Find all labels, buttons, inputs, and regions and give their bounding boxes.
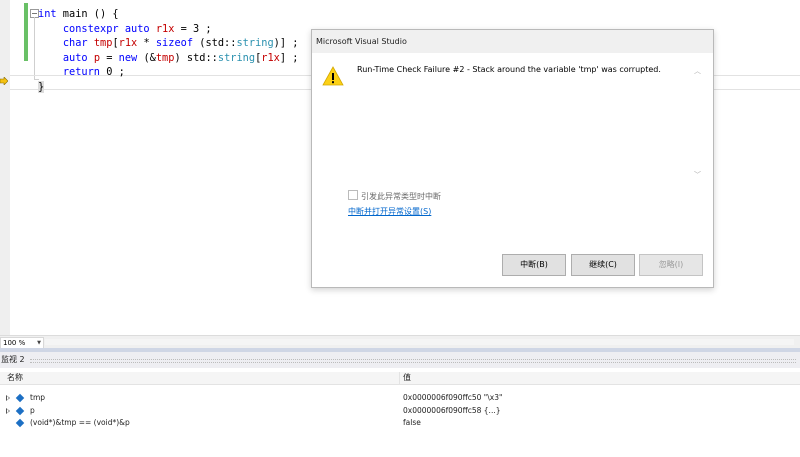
expand-arrow-icon[interactable] [6,395,10,401]
break-on-exception-checkbox[interactable] [348,190,358,200]
watch-row[interactable]: (void*)&tmp == (void*)&p false [0,417,800,429]
watch-row-value: 0x0000006f090ffc58 {...} [403,406,501,415]
watch-row[interactable]: p 0x0000006f090ffc58 {...} [0,405,800,417]
code-token: main () { [56,8,119,20]
code-token: 0 ; [100,66,125,78]
code-token: tmp [155,51,175,64]
code-line[interactable]: char tmp[r1x * sizeof (std::string)] ; [38,36,299,51]
code-line[interactable]: int main () { [38,7,299,22]
code-line[interactable]: return 0 ; [38,65,299,80]
editor-status-strip: 100 % ▼ [0,335,800,349]
code-line[interactable]: auto p = new (&tmp) std::string[r1x] ; [38,51,299,66]
watch-row-name: (void*)&tmp == (void*)&p [30,418,130,427]
code-token: r1x [118,37,138,49]
continue-button[interactable]: 继续(C) [571,254,635,276]
code-token: r1x [155,22,175,35]
watch-row-name: tmp [30,393,46,402]
chevron-down-icon: ▼ [37,340,41,346]
code-token: new [118,51,138,64]
expand-arrow-icon[interactable] [6,408,10,414]
variable-icon [15,418,25,428]
watch-panel-title: 监视 2 [1,355,25,364]
code-text[interactable]: int main () { constexpr auto r1x = 3 ; c… [38,7,299,94]
watch-row-name: p [30,406,35,415]
checkbox-label: 引发此异常类型时中断 [361,192,441,201]
scroll-down-icon[interactable]: ﹀ [694,170,701,180]
column-header-name[interactable]: 名称 [7,372,23,384]
error-dialog: Microsoft Visual Studio Run-Time Check F… [311,29,714,288]
column-separator[interactable] [399,372,400,384]
code-token: ) std:: [174,51,218,64]
zoom-value: 100 % [3,339,26,347]
watch-panel-title-bar[interactable]: 监视 2 [0,352,800,368]
code-token: * [137,37,156,49]
dialog-title: Microsoft Visual Studio [316,37,407,46]
dialog-message: Run-Time Check Failure #2 - Stack around… [357,65,661,74]
code-line[interactable]: } [38,80,299,95]
break-button[interactable]: 中断(B) [502,254,566,276]
code-token: ] ; [279,51,299,64]
code-token: r1x [261,51,280,64]
title-grip [30,359,796,363]
watch-row-value: 0x0000006f090ffc50 "\x3" [403,393,503,402]
break-on-exception-option[interactable]: 引发此异常类型时中断 [348,190,441,202]
code-token: = [100,51,119,64]
code-token: int [38,8,57,20]
watch-row[interactable]: tmp 0x0000006f090ffc50 "\x3" [0,392,800,404]
column-header-value[interactable]: 值 [403,372,411,384]
scroll-up-icon[interactable]: ︿ [694,66,701,76]
code-token: string [217,51,256,64]
code-token: auto [62,51,88,64]
code-line[interactable]: constexpr auto r1x = 3 ; [38,22,299,37]
code-token: (std:: [193,37,237,49]
ignore-button[interactable]: 忽略(I) [639,254,703,276]
watch-column-headers: 名称 值 [0,372,800,385]
dialog-title-bar[interactable]: Microsoft Visual Studio [312,30,713,53]
code-token: string [236,37,274,49]
change-tracking-bar [24,3,28,61]
open-exception-settings-link[interactable]: 中断并打开异常设置(S) [348,206,431,217]
code-token: } [38,80,45,93]
code-token: sizeof [155,37,194,49]
code-token: return [62,66,101,78]
current-statement-arrow-icon [0,77,8,85]
code-token: = 3 ; [174,22,212,35]
variable-icon [15,406,25,416]
watch-row-value: false [403,418,421,427]
code-token: constexpr [62,22,119,35]
code-token: (& [137,51,156,64]
code-token: )] ; [273,37,299,49]
fold-guide-line [34,17,35,80]
code-token: char [62,37,88,49]
editor-gutter [0,0,10,335]
code-token: auto [124,22,150,35]
code-token: tmp [93,37,113,49]
warning-icon [322,66,344,86]
variable-icon [15,393,25,403]
horizontal-scrollbar[interactable] [45,339,794,345]
watch-panel: 监视 2 名称 值 tmp 0x0000006f090ffc50 "\x3" p… [0,348,800,457]
